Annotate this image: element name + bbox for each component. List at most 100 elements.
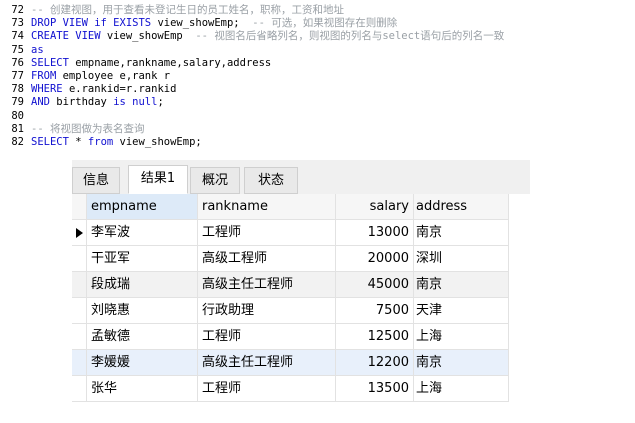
column-header-rankname[interactable]: rankname bbox=[198, 194, 336, 220]
table-row[interactable]: 段成瑞 高级主任工程师 45000 南京 bbox=[72, 272, 509, 298]
code-identifier: view_showEmp bbox=[106, 30, 183, 43]
code-identifier: empname,rankname,salary,address bbox=[75, 56, 272, 69]
row-indicator[interactable] bbox=[72, 324, 87, 350]
cell-rankname[interactable]: 高级主任工程师 bbox=[198, 272, 336, 298]
cell-empname[interactable]: 刘晓惠 bbox=[87, 298, 198, 324]
cell-address[interactable]: 天津 bbox=[414, 298, 509, 324]
code-keyword: SELECT bbox=[31, 56, 76, 69]
cell-empname[interactable]: 段成瑞 bbox=[87, 272, 198, 298]
row-indicator[interactable] bbox=[72, 350, 87, 376]
cell-rankname[interactable]: 高级工程师 bbox=[198, 246, 336, 272]
tab-status[interactable]: 状态 bbox=[244, 167, 298, 194]
code-text: AND birthday is null; bbox=[31, 96, 164, 109]
cell-empname[interactable]: 干亚军 bbox=[87, 246, 198, 272]
code-text: FROM employee e,rank r bbox=[31, 70, 170, 83]
code-text: SELECT empname,rankname,salary,address bbox=[31, 57, 271, 70]
code-keyword: is null bbox=[113, 96, 158, 109]
table-row[interactable]: 张华 工程师 13500 上海 bbox=[72, 376, 509, 402]
table-row[interactable]: 干亚军 高级工程师 20000 深圳 bbox=[72, 246, 509, 272]
cell-rankname[interactable]: 工程师 bbox=[198, 324, 336, 350]
cell-rankname[interactable]: 行政助理 bbox=[198, 298, 336, 324]
tab-result1[interactable]: 结果1 bbox=[128, 165, 188, 194]
cell-empname[interactable]: 孟敏德 bbox=[87, 324, 198, 350]
cell-rankname[interactable]: 工程师 bbox=[198, 220, 336, 246]
code-comment: -- 可选，如果视图存在则删除 bbox=[239, 17, 398, 30]
line-number: 79 bbox=[11, 96, 24, 109]
column-header-address[interactable]: address bbox=[414, 194, 509, 220]
cell-salary[interactable]: 13500 bbox=[336, 376, 414, 402]
cell-address[interactable]: 上海 bbox=[414, 376, 509, 402]
current-row-arrow-icon bbox=[76, 228, 83, 238]
line-number: 78 bbox=[11, 83, 24, 96]
code-identifier: * bbox=[75, 136, 88, 148]
result-grid[interactable]: empname rankname salary address 李军波 工程师 13000 南… bbox=[72, 194, 530, 418]
cell-address[interactable]: 深圳 bbox=[414, 246, 509, 272]
cell-address[interactable]: 南京 bbox=[414, 220, 509, 246]
code-text: as bbox=[31, 44, 44, 57]
code-text: -- 创建视图，用于查看未登记生日的员工姓名，职称，工资和地址 bbox=[31, 4, 344, 17]
cell-salary[interactable]: 13000 bbox=[336, 220, 414, 246]
code-identifier: view_showEmp; bbox=[119, 136, 202, 148]
cell-address[interactable]: 上海 bbox=[414, 324, 509, 350]
code-keyword: DROP VIEW if EXISTS bbox=[31, 17, 158, 30]
code-keyword: from bbox=[87, 136, 120, 148]
line-number: 77 bbox=[11, 70, 24, 82]
line-number: 72 bbox=[11, 4, 24, 16]
grid-header: empname rankname salary address bbox=[72, 194, 509, 220]
code-keyword: SELECT bbox=[31, 136, 76, 148]
code-text: -- 将视图做为表名查询 bbox=[31, 123, 144, 136]
code-comment: -- 将视图做为表名查询 bbox=[31, 122, 145, 135]
column-header-empname[interactable]: empname bbox=[87, 194, 198, 220]
cell-salary[interactable]: 45000 bbox=[336, 272, 414, 298]
table-row[interactable]: 李军波 工程师 13000 南京 bbox=[72, 220, 509, 246]
line-number: 81 bbox=[11, 122, 24, 135]
code-keyword: WHERE bbox=[31, 83, 69, 96]
line-number: 75 bbox=[11, 43, 24, 56]
code-text: WHERE e.rankid=r.rankid bbox=[31, 83, 176, 96]
line-number: 76 bbox=[11, 56, 24, 69]
line-number: 82 bbox=[11, 136, 24, 148]
cell-address[interactable]: 南京 bbox=[414, 350, 509, 376]
code-identifier: ; bbox=[157, 96, 164, 109]
code-comment: -- 创建视图，用于查看未登记生日的员工姓名，职称，工资和地址 bbox=[31, 4, 344, 16]
line-number: 73 bbox=[11, 17, 24, 30]
cell-salary[interactable]: 12500 bbox=[336, 324, 414, 350]
code-comment: -- 视图名后省略列名，则视图的列名与select语句后的列名一致 bbox=[182, 30, 505, 43]
code-keyword: FROM bbox=[31, 70, 63, 82]
code-identifier: birthday bbox=[56, 96, 114, 109]
cell-address[interactable]: 南京 bbox=[414, 272, 509, 298]
code-keyword: CREATE VIEW bbox=[31, 30, 107, 43]
cell-empname[interactable]: 李媛媛 bbox=[87, 350, 198, 376]
row-indicator[interactable] bbox=[72, 376, 87, 402]
code-keyword: AND bbox=[31, 96, 57, 109]
row-indicator[interactable] bbox=[72, 272, 87, 298]
tab-info[interactable]: 信息 bbox=[72, 167, 120, 194]
sql-editor[interactable]: 72 -- 创建视图，用于查看未登记生日的员工姓名，职称，工资和地址 73 DROP … bbox=[0, 0, 635, 160]
grid-corner bbox=[72, 194, 87, 220]
code-text: SELECT * from view_showEmp; bbox=[31, 136, 202, 149]
table-row[interactable]: 孟敏德 工程师 12500 上海 bbox=[72, 324, 509, 350]
code-identifier: e.rankid=r.rankid bbox=[68, 83, 177, 96]
cell-salary[interactable]: 20000 bbox=[336, 246, 414, 272]
row-indicator[interactable] bbox=[72, 220, 87, 246]
code-text: DROP VIEW if EXISTS view_showEmp; -- 可选，… bbox=[31, 17, 397, 30]
cell-empname[interactable]: 张华 bbox=[87, 376, 198, 402]
row-indicator[interactable] bbox=[72, 246, 87, 272]
code-identifier: employee e,rank r bbox=[62, 70, 171, 82]
table-row[interactable]: 刘晓惠 行政助理 7500 天津 bbox=[72, 298, 509, 324]
column-header-salary[interactable]: salary bbox=[336, 194, 414, 220]
tab-overview[interactable]: 概况 bbox=[190, 167, 240, 194]
table-row[interactable]: 李媛媛 高级主任工程师 12200 南京 bbox=[72, 350, 509, 376]
line-number: 74 bbox=[11, 30, 24, 43]
cell-salary[interactable]: 12200 bbox=[336, 350, 414, 376]
result-panel: 信息 结果1 概况 状态 empname rankname salary address 李军… bbox=[72, 160, 530, 418]
cell-rankname[interactable]: 高级主任工程师 bbox=[198, 350, 336, 376]
row-indicator[interactable] bbox=[72, 298, 87, 324]
result-tab-bar: 信息 结果1 概况 状态 bbox=[72, 160, 530, 194]
line-number: 80 bbox=[11, 109, 24, 122]
code-text: CREATE VIEW view_showEmp -- 视图名后省略列名，则视图… bbox=[31, 30, 504, 43]
cell-salary[interactable]: 7500 bbox=[336, 298, 414, 324]
cell-empname[interactable]: 李军波 bbox=[87, 220, 198, 246]
cell-rankname[interactable]: 工程师 bbox=[198, 376, 336, 402]
code-keyword: as bbox=[31, 43, 44, 56]
